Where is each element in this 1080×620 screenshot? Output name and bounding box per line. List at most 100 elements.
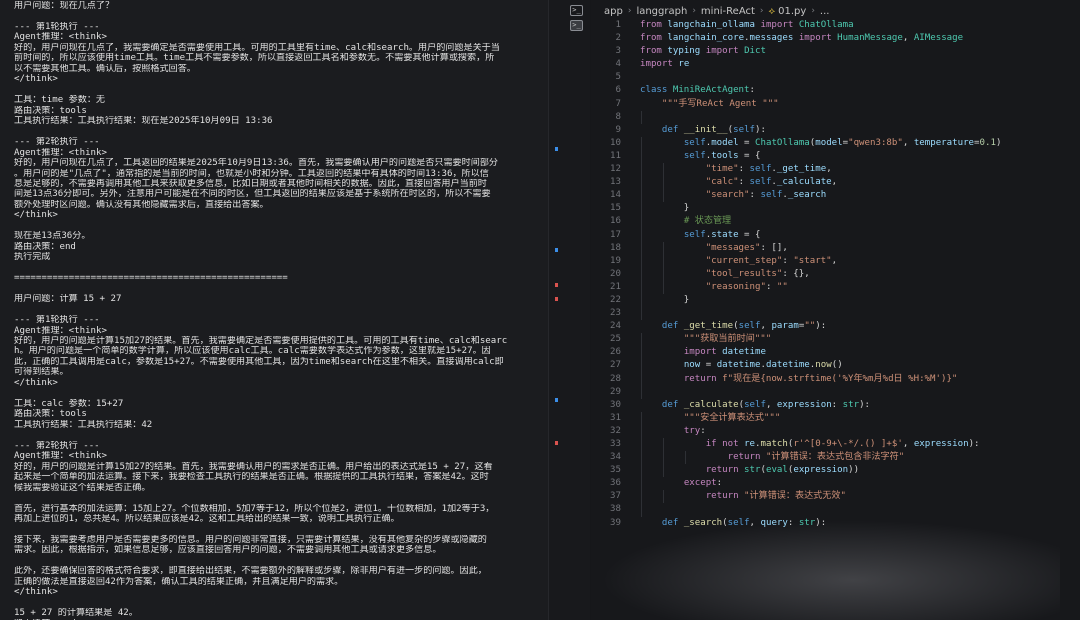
line-number: 38 bbox=[610, 504, 621, 515]
code-line[interactable]: 20 "tool_results": {}, bbox=[591, 267, 1080, 281]
code-line[interactable]: 6 class MiniReActAgent: bbox=[591, 84, 1080, 97]
chevron-right-icon: › bbox=[811, 6, 815, 16]
code-line[interactable]: 15 } bbox=[591, 202, 1080, 216]
code-text: now = datetime.datetime.now() bbox=[683, 360, 843, 371]
code-line[interactable]: 32 try: bbox=[591, 424, 1080, 438]
code-line[interactable]: 21 "reasoning": "" bbox=[591, 280, 1080, 294]
line-number: 37 bbox=[610, 491, 621, 502]
code-line[interactable]: 19 "current_step": "start", bbox=[591, 254, 1080, 268]
line-number: 21 bbox=[610, 281, 621, 292]
code-line[interactable]: 38 bbox=[591, 503, 1080, 517]
code-line[interactable]: 27 now = datetime.datetime.now() bbox=[591, 359, 1080, 373]
line-number: 17 bbox=[610, 229, 621, 240]
code-line[interactable]: 16 # 状态管理 bbox=[591, 215, 1080, 229]
terminal-panel[interactable]: 用户问题：现在几点了？ --- 第1轮执行 --- Agent推理：<think> 好… bbox=[0, 0, 548, 620]
code-line[interactable]: 14 "search": self._search bbox=[591, 189, 1080, 203]
breadcrumb-app[interactable]: app bbox=[604, 6, 623, 17]
code-line[interactable]: 8 bbox=[591, 110, 1080, 124]
code-line[interactable]: 12 "time": self._get_time, bbox=[591, 163, 1080, 177]
code-line[interactable]: 28 return f"现在是{now.strftime('%Y年%m月%d日 … bbox=[591, 372, 1080, 386]
code-text: """安全计算表达式""" bbox=[683, 412, 781, 423]
line-number: 36 bbox=[610, 478, 621, 489]
code-line[interactable]: 31 """安全计算表达式""" bbox=[591, 411, 1080, 425]
code-line[interactable]: 18 "messages": [], bbox=[591, 241, 1080, 255]
terminal-line: 15 + 27 的计算结果是 42。 bbox=[14, 608, 138, 619]
code-line[interactable]: 3 from typing import Dict bbox=[591, 45, 1080, 58]
code-line[interactable]: 37 return "计算错误：表达式无效" bbox=[591, 490, 1080, 504]
code-line[interactable]: 7 """手写ReAct Agent """ bbox=[591, 98, 1080, 111]
code-line[interactable]: 22 } bbox=[591, 293, 1080, 308]
code-text: "search": self._search bbox=[705, 190, 827, 201]
code-line[interactable]: 10 self.model = ChatOllama(model="qwen3:… bbox=[591, 136, 1080, 150]
chevron-right-icon: › bbox=[759, 6, 764, 16]
line-number: 18 bbox=[610, 242, 621, 253]
line-number: 6 bbox=[615, 85, 621, 96]
code-text: "calc": self._calculate, bbox=[705, 177, 838, 188]
indent-guide bbox=[641, 110, 642, 124]
gutter-marker-blue-1 bbox=[555, 147, 558, 151]
code-line[interactable]: 33 if not re.match(r'^[0-9+\-*/.() ]+$',… bbox=[591, 438, 1080, 452]
line-number: 28 bbox=[610, 373, 621, 384]
code-line[interactable]: 1 from langchain_ollama import ChatOllama bbox=[591, 19, 1080, 32]
code-line[interactable]: 5 bbox=[591, 71, 1080, 84]
terminal-line: Agent推理：<think> bbox=[14, 325, 107, 336]
terminal-line: 执行完成 bbox=[14, 252, 51, 263]
code-text: from typing import Dict bbox=[640, 46, 766, 57]
breadcrumb: app › langgraph › mini-ReAct › ⟡ 01.py ›… bbox=[604, 4, 829, 18]
breadcrumb-more[interactable]: ... bbox=[820, 6, 830, 17]
terminal-line: 间是13点36分即可。另外，注意用户可能是在不同的时区，但工具返回的结果应该是基… bbox=[14, 189, 491, 200]
code-editor[interactable]: app › langgraph › mini-ReAct › ⟡ 01.py ›… bbox=[591, 0, 1080, 620]
code-line[interactable]: 2 from langchain_core.messages import Hum… bbox=[591, 32, 1080, 45]
code-line[interactable]: 17 self.state = { bbox=[591, 228, 1080, 242]
code-line[interactable]: 13 "calc": self._calculate, bbox=[591, 176, 1080, 190]
code-text: "tool_results": {}, bbox=[705, 268, 810, 279]
code-text: import datetime bbox=[683, 347, 766, 358]
terminal-icon[interactable]: >_ bbox=[570, 5, 583, 16]
terminal-line: h。用户的问题是一个简单的数学计算，所以应该使用calc工具。calc需要数学表… bbox=[14, 346, 491, 357]
code-line[interactable]: 4 import re bbox=[591, 58, 1080, 71]
code-line[interactable]: 26 import datetime bbox=[591, 346, 1080, 360]
code-text: from langchain_core.messages import Huma… bbox=[640, 33, 964, 44]
line-number: 13 bbox=[610, 177, 621, 188]
breadcrumb-langgraph[interactable]: langgraph bbox=[636, 6, 687, 17]
terminal-line: 用户问题：计算 15 + 27 bbox=[14, 294, 122, 305]
code-line[interactable]: 11 self.tools = { bbox=[591, 149, 1080, 164]
code-line[interactable]: 35 return str(eval(expression)) bbox=[591, 464, 1080, 478]
line-number: 9 bbox=[615, 124, 621, 135]
line-number: 11 bbox=[610, 150, 621, 161]
code-line[interactable]: 36 except: bbox=[591, 477, 1080, 491]
code-text: return f"现在是{now.strftime('%Y年%m月%d日 %H:… bbox=[683, 373, 958, 384]
code-area[interactable]: 1 from langchain_ollama import ChatOllama… bbox=[591, 19, 1080, 530]
code-text: return "计算错误：表达式包含非法字符" bbox=[727, 452, 905, 463]
code-line[interactable]: 9 def __init__(self): bbox=[591, 124, 1080, 137]
chevron-right-icon: › bbox=[692, 6, 696, 16]
code-text: } bbox=[640, 203, 690, 214]
terminal-scrollbar-gutter[interactable] bbox=[548, 0, 590, 620]
code-line[interactable]: 24 def _get_time(self, param=""): bbox=[591, 320, 1080, 333]
breadcrumb-mini-react[interactable]: mini-ReAct bbox=[701, 6, 755, 17]
code-text: "current_step": "start", bbox=[705, 255, 838, 266]
code-line[interactable]: 34 return "计算错误：表达式包含非法字符" bbox=[591, 451, 1080, 465]
terminal-line: 用户问题：现在几点了？ bbox=[14, 1, 115, 11]
breadcrumb-file[interactable]: 01.py bbox=[778, 6, 806, 17]
code-line[interactable]: 30 def _calculate(self, expression: str)… bbox=[591, 399, 1080, 412]
line-number: 34 bbox=[610, 452, 621, 463]
code-line[interactable]: 29 bbox=[591, 385, 1080, 399]
line-number: 15 bbox=[610, 203, 621, 214]
line-number: 23 bbox=[610, 308, 621, 319]
code-text: "messages": [], bbox=[705, 242, 788, 253]
code-line[interactable]: 25 """获取当前时间""" bbox=[591, 333, 1080, 347]
code-text: self.state = { bbox=[683, 229, 761, 240]
line-number: 26 bbox=[610, 347, 621, 358]
line-number: 1 bbox=[615, 20, 621, 30]
code-line[interactable]: 23 bbox=[591, 307, 1080, 321]
terminal-line: 再加上进位的1，总共是4。所以结果应该是42。这和工具给出的结果一致，说明工具执… bbox=[14, 513, 400, 524]
terminal-line: 好的，用户的问题是计算15加27的结果。首先，我需要确认用户的需求是否正确。用户… bbox=[14, 461, 493, 472]
terminal-icon-active[interactable]: >_ bbox=[570, 20, 583, 31]
code-line[interactable]: 39 def _search(self, query: str): bbox=[591, 517, 1080, 530]
